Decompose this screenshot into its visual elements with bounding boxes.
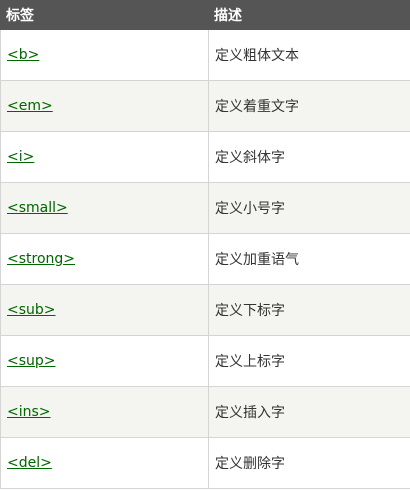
table-row: <strong> 定义加重语气 <box>0 233 410 285</box>
table-row: <ins> 定义插入字 <box>0 386 410 438</box>
tag-reference-table: 标签 描述 <b> 定义粗体文本 <em> 定义着重文字 <i> 定义斜体字 <… <box>0 0 410 489</box>
tag-cell: <del> <box>0 437 209 489</box>
description-cell: 定义插入字 <box>208 386 410 438</box>
table-row: <i> 定义斜体字 <box>0 131 410 183</box>
tag-link[interactable]: <strong> <box>7 251 75 267</box>
description-cell: 定义斜体字 <box>208 131 410 183</box>
tag-link[interactable]: <sup> <box>7 353 56 369</box>
header-row: 标签 描述 <box>0 0 410 30</box>
tag-link[interactable]: <small> <box>7 200 68 216</box>
description-cell: 定义删除字 <box>208 437 410 489</box>
tag-link[interactable]: <sub> <box>7 302 56 318</box>
tag-link[interactable]: <b> <box>7 47 39 63</box>
tag-cell: <small> <box>0 182 209 234</box>
table-row: <small> 定义小号字 <box>0 182 410 234</box>
table-row: <del> 定义删除字 <box>0 437 410 489</box>
tag-cell: <sup> <box>0 335 209 387</box>
table-body: <b> 定义粗体文本 <em> 定义着重文字 <i> 定义斜体字 <small>… <box>0 29 410 489</box>
tag-cell: <b> <box>0 29 209 81</box>
table-row: <sub> 定义下标字 <box>0 284 410 336</box>
tag-link[interactable]: <ins> <box>7 404 51 420</box>
header-tag: 标签 <box>0 0 209 30</box>
tag-cell: <ins> <box>0 386 209 438</box>
tag-link[interactable]: <del> <box>7 455 52 471</box>
description-cell: 定义加重语气 <box>208 233 410 285</box>
tag-cell: <i> <box>0 131 209 183</box>
description-cell: 定义着重文字 <box>208 80 410 132</box>
table-row: <sup> 定义上标字 <box>0 335 410 387</box>
table-header: 标签 描述 <box>0 0 410 30</box>
table-row: <em> 定义着重文字 <box>0 80 410 132</box>
header-description: 描述 <box>208 0 410 30</box>
tag-link[interactable]: <i> <box>7 149 34 165</box>
tag-link[interactable]: <em> <box>7 98 53 114</box>
description-cell: 定义上标字 <box>208 335 410 387</box>
table-row: <b> 定义粗体文本 <box>0 29 410 81</box>
tag-cell: <strong> <box>0 233 209 285</box>
tag-cell: <em> <box>0 80 209 132</box>
tag-cell: <sub> <box>0 284 209 336</box>
description-cell: 定义下标字 <box>208 284 410 336</box>
description-cell: 定义小号字 <box>208 182 410 234</box>
description-cell: 定义粗体文本 <box>208 29 410 81</box>
